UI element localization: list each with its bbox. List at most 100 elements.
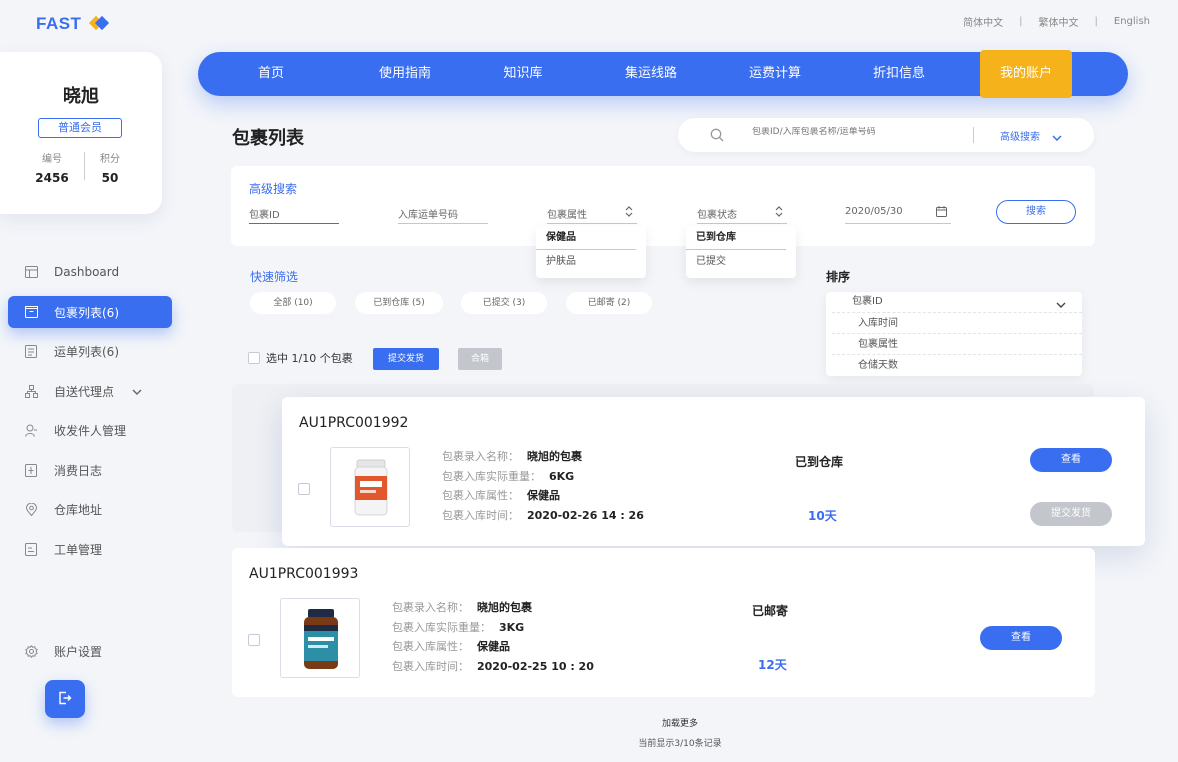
date-value: 2020/05/30 — [845, 206, 903, 217]
nav-my-account[interactable]: 我的账户 — [980, 50, 1072, 98]
package-name: 晓旭的包裹 — [527, 450, 582, 463]
package-card[interactable]: AU1PRC001992 包裹录入名称： 晓旭的包裹 包裹入库实际重量： 6KG 包… — [282, 397, 1145, 546]
package-status: 已到仓库 — [795, 455, 844, 469]
profile-name: 晓旭 — [63, 86, 99, 107]
brand-name: FAST — [36, 14, 82, 33]
sidebar-item-contacts[interactable]: 收发件人管理 — [8, 414, 172, 446]
logout-button[interactable] — [45, 680, 85, 718]
lang-separator: | — [1094, 16, 1098, 27]
sort-selected[interactable]: 包裹ID — [826, 292, 1082, 312]
sidebar-item-label: 仓库地址 — [54, 502, 103, 517]
package-icon — [24, 305, 38, 319]
search-bar: 高级搜索 — [678, 118, 1094, 152]
sidebar-item-waybills[interactable]: 运单列表(6) — [8, 335, 172, 367]
name-label: 包裹录入名称： — [442, 450, 519, 463]
advanced-search-panel: 高级搜索 包裹ID 入库运单号码 包裹属性 包裹状态 2020/05/30 搜索 — [231, 166, 1095, 246]
nav-home[interactable]: 首页 — [228, 52, 314, 96]
filter-chip-submitted[interactable]: 已提交 (3) — [461, 292, 547, 314]
lang-separator: | — [1019, 16, 1023, 27]
sort-option-attribute[interactable]: 包裹属性 — [832, 333, 1082, 354]
package-name: 晓旭的包裹 — [477, 601, 532, 614]
product-image — [280, 598, 360, 678]
package-card[interactable]: AU1PRC001993 包裹录入名称： 晓旭的包裹 包裹入库实际重量： 3KG 包… — [232, 548, 1095, 697]
sidebar-item-warehouse-address[interactable]: 仓库地址 — [8, 493, 172, 525]
page-title: 包裹列表 — [232, 128, 304, 149]
ticket-icon — [24, 542, 38, 556]
package-status-select[interactable]: 包裹状态 — [697, 206, 787, 224]
sidebar-item-agents[interactable]: 自送代理点 — [8, 375, 172, 407]
package-status-dropdown: 已到仓库 已提交 — [686, 226, 796, 278]
package-attribute: 保健品 — [477, 640, 510, 653]
brand-logo[interactable]: FAST — [36, 14, 110, 34]
chevron-down-icon — [132, 384, 142, 398]
sort-dropdown: 包裹ID 入库时间 包裹属性 仓储天数 — [826, 292, 1082, 376]
view-button[interactable]: 查看 — [1030, 448, 1112, 472]
combine-box-button[interactable]: 合箱 — [458, 348, 502, 370]
date-field[interactable]: 2020/05/30 — [845, 206, 951, 224]
sidebar-item-consumption-log[interactable]: 消费日志 — [8, 454, 172, 486]
submit-shipment-button[interactable]: 提交发货 — [373, 348, 439, 370]
nav-guide[interactable]: 使用指南 — [362, 52, 448, 96]
sidebar-item-label: 收发件人管理 — [54, 423, 127, 438]
lang-english[interactable]: English — [1114, 16, 1150, 27]
calendar-icon[interactable] — [936, 206, 947, 220]
sidebar-item-tickets[interactable]: 工单管理 — [8, 533, 172, 565]
package-checkbox[interactable] — [248, 634, 260, 646]
weight-label: 包裹入库实际重量： — [442, 469, 541, 483]
package-id: AU1PRC001993 — [249, 566, 359, 582]
tracking-number-field[interactable]: 入库运单号码 — [398, 206, 488, 224]
advanced-search-toggle[interactable]: 高级搜索 — [1000, 128, 1040, 143]
waybill-icon — [24, 344, 38, 358]
sort-option-inbound-time[interactable]: 入库时间 — [832, 312, 1082, 333]
nav-discounts[interactable]: 折扣信息 — [856, 52, 942, 96]
package-id-field[interactable]: 包裹ID — [249, 206, 339, 224]
sidebar-item-dashboard[interactable]: Dashboard — [8, 256, 172, 288]
package-checkbox[interactable] — [298, 483, 310, 495]
filter-chip-arrived[interactable]: 已到仓库 (5) — [355, 292, 443, 314]
attribute-option-health[interactable]: 保健品 — [536, 226, 636, 250]
submit-shipment-card-button[interactable]: 提交发货 — [1030, 502, 1112, 526]
time-label: 包裹入库时间： — [442, 508, 519, 522]
sort-option-storage-days[interactable]: 仓储天数 — [832, 354, 1082, 375]
time-label: 包裹入库时间： — [392, 659, 469, 673]
sidebar-item-account-settings[interactable]: 账户设置 — [8, 635, 172, 667]
lang-simplified[interactable]: 简体中文 — [963, 14, 1003, 29]
package-status-label: 包裹状态 — [697, 210, 737, 221]
nav-freight-calculator[interactable]: 运费计算 — [732, 52, 818, 96]
sidebar-item-packages[interactable]: 包裹列表(6) — [8, 296, 172, 328]
nav-knowledge-base[interactable]: 知识库 — [480, 52, 566, 96]
package-attribute-select[interactable]: 包裹属性 — [547, 206, 637, 224]
search-icon[interactable] — [710, 128, 724, 145]
attribute-option-skincare[interactable]: 护肤品 — [536, 250, 646, 274]
member-level-badge: 普通会员 — [38, 118, 122, 138]
attribute-label: 包裹入库属性： — [392, 640, 469, 653]
select-arrows-icon — [625, 206, 633, 220]
advanced-search-title: 高级搜索 — [249, 182, 298, 196]
search-input[interactable] — [752, 127, 952, 137]
package-time: 2020-02-26 14 : 26 — [527, 508, 644, 522]
quick-filter-title: 快速筛选 — [250, 270, 299, 284]
view-button[interactable]: 查看 — [980, 626, 1062, 650]
supplement-bottle-icon — [354, 459, 388, 516]
status-option-submitted[interactable]: 已提交 — [686, 250, 796, 274]
profile-id-stat: 编号 2456 — [22, 150, 82, 185]
status-option-arrived[interactable]: 已到仓库 — [686, 226, 786, 250]
lang-traditional[interactable]: 繁体中文 — [1039, 14, 1079, 29]
select-all[interactable]: 选中 1/10 个包裹 — [248, 350, 353, 366]
filter-chip-shipped[interactable]: 已邮寄 (2) — [566, 292, 652, 314]
chevron-down-icon — [1056, 296, 1066, 316]
package-weight: 6KG — [549, 469, 575, 483]
load-more-link[interactable]: 加载更多 — [480, 716, 880, 729]
logout-icon — [58, 691, 72, 708]
filter-chip-all[interactable]: 全部 (10) — [250, 292, 336, 314]
profile-points-stat: 积分 50 — [80, 150, 140, 185]
sidebar-item-label: 自送代理点 — [54, 384, 115, 399]
chevron-down-icon[interactable] — [1052, 130, 1062, 144]
package-attribute-dropdown: 保健品 护肤品 — [536, 226, 646, 278]
package-info: 包裹录入名称： 晓旭的包裹 包裹入库实际重量： 6KG 包裹入库属性： 保健品 包裹入… — [442, 447, 644, 525]
select-all-checkbox[interactable] — [248, 352, 260, 364]
profile-id-label: 编号 — [42, 154, 62, 165]
nav-shipping-routes[interactable]: 集运线路 — [608, 52, 694, 96]
location-icon — [24, 502, 38, 516]
search-button[interactable]: 搜索 — [996, 200, 1076, 224]
